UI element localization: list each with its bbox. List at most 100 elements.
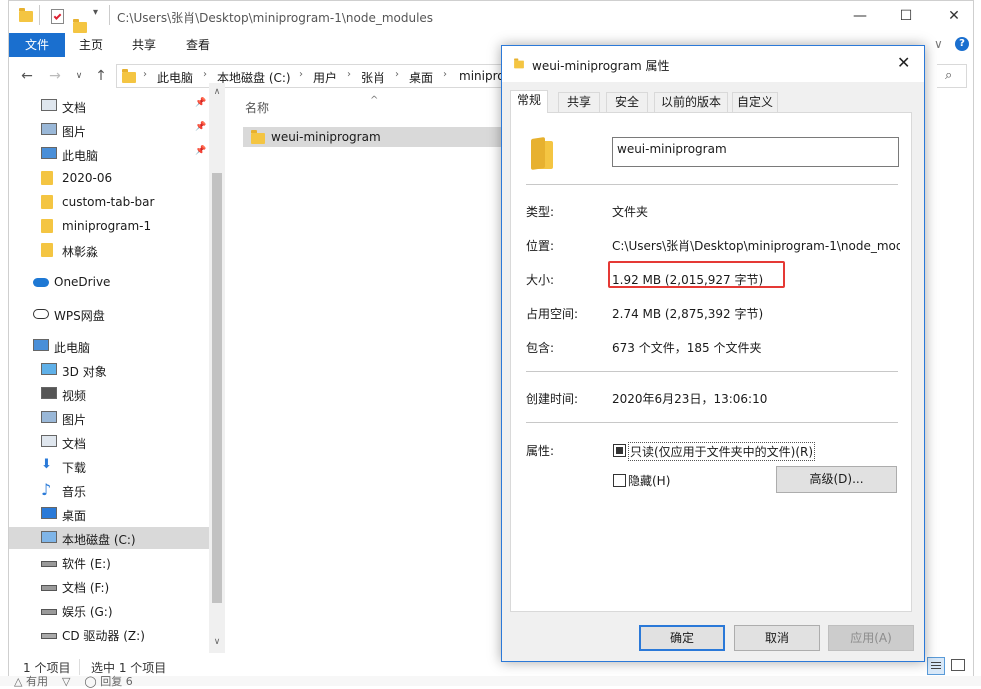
sidebar-item[interactable]: 文档 (F:) xyxy=(9,575,209,597)
help-icon[interactable]: ? xyxy=(955,37,969,51)
minimize-icon[interactable]: — xyxy=(849,5,871,27)
sidebar-item[interactable]: miniprogram-1 xyxy=(9,215,209,237)
sidebar-item[interactable]: CD 驱动器 (Z:) xyxy=(9,623,209,645)
forward-icon[interactable]: → xyxy=(47,67,63,85)
sidebar-item-label: 文档 xyxy=(62,437,87,451)
recent-dropdown-icon[interactable]: ∨ xyxy=(71,67,87,85)
sidebar-item[interactable]: 桌面 xyxy=(9,503,209,525)
scroll-down-icon[interactable]: ∨ xyxy=(209,637,225,647)
sidebar-item-label: miniprogram-1 xyxy=(62,219,152,233)
sidebar-item[interactable]: 视频 xyxy=(9,383,209,405)
breadcrumb-item[interactable]: 用户 xyxy=(313,69,337,86)
new-folder-icon[interactable] xyxy=(73,19,87,33)
music-icon: ♪ xyxy=(41,480,52,499)
customize-toolbar-icon[interactable]: ▾ xyxy=(93,7,98,18)
sidebar-item[interactable]: 此电脑 📌 xyxy=(9,143,209,165)
sidebar-item[interactable]: 文档 xyxy=(9,431,209,453)
sidebar-item[interactable]: custom-tab-bar xyxy=(9,191,209,213)
cd-drive-icon xyxy=(41,633,57,639)
sidebar-item-label: 图片 xyxy=(62,125,87,139)
readonly-checkbox[interactable] xyxy=(613,444,626,457)
close-icon[interactable]: ✕ xyxy=(943,5,965,27)
sidebar-item[interactable]: 文档 📌 xyxy=(9,95,209,117)
breadcrumb-item[interactable]: 此电脑 xyxy=(157,69,193,86)
hidden-label[interactable]: 隐藏(H) xyxy=(628,472,670,489)
column-header-name[interactable]: 名称 ^ xyxy=(245,95,378,116)
tab-file[interactable]: 文件 xyxy=(9,33,65,57)
tab-share[interactable]: 共享 xyxy=(119,33,169,57)
sidebar-item[interactable]: ♪ 音乐 xyxy=(9,479,209,501)
scrollbar-thumb[interactable] xyxy=(212,173,222,603)
breadcrumb-separator: › xyxy=(347,69,351,80)
apply-button[interactable]: 应用(A) xyxy=(828,625,914,651)
address-input[interactable]: › 此电脑 › 本地磁盘 (C:) › 用户 › 张肖 › 桌面 › minip… xyxy=(116,64,512,88)
tab-security[interactable]: 安全 xyxy=(606,92,648,112)
details-view-icon[interactable] xyxy=(927,657,945,675)
maximize-icon[interactable]: ☐ xyxy=(895,5,917,27)
tab-sharing[interactable]: 共享 xyxy=(558,92,600,112)
sidebar-item[interactable]: 图片 📌 xyxy=(9,119,209,141)
sidebar-item-label: 文档 xyxy=(62,101,87,115)
back-icon[interactable]: ← xyxy=(19,67,35,85)
sidebar-item[interactable]: WPS网盘 xyxy=(9,303,209,325)
hidden-checkbox[interactable] xyxy=(613,474,626,487)
advanced-button[interactable]: 高级(D)... xyxy=(776,466,897,493)
sidebar-item[interactable]: 2020-06 xyxy=(9,167,209,189)
folder-name-input[interactable]: weui-miniprogram xyxy=(612,137,899,167)
created-value: 2020年6月23日，13:06:10 xyxy=(612,392,768,406)
large-icons-view-icon[interactable] xyxy=(951,659,965,671)
sidebar-item[interactable]: 3D 对象 xyxy=(9,359,209,381)
sidebar-item[interactable]: 娱乐 (G:) xyxy=(9,599,209,621)
document-icon xyxy=(41,99,57,111)
properties-dialog: weui-miniprogram 属性 ✕ 常规 共享 安全 以前的版本 自定义… xyxy=(501,45,925,662)
tab-view[interactable]: 查看 xyxy=(173,33,223,57)
cancel-button[interactable]: 取消 xyxy=(734,625,820,651)
sidebar-item[interactable]: OneDrive xyxy=(9,271,209,293)
breadcrumb-item[interactable]: 本地磁盘 (C:) xyxy=(217,69,291,86)
sidebar-item[interactable]: 本地磁盘 (C:) xyxy=(9,527,209,549)
tab-previous-versions[interactable]: 以前的版本 xyxy=(654,92,728,112)
scroll-up-icon[interactable]: ∧ xyxy=(209,87,225,97)
drive-icon xyxy=(41,585,57,591)
sidebar-item[interactable]: 图片 xyxy=(9,407,209,429)
sidebar-item-label: 图片 xyxy=(62,413,87,427)
desktop-icon xyxy=(41,507,57,519)
search-input[interactable]: ⌕ xyxy=(937,64,967,88)
list-item[interactable]: weui-miniprogram xyxy=(243,127,505,147)
sidebar-item[interactable]: ⬇ 下载 xyxy=(9,455,209,477)
expand-ribbon-icon[interactable]: ∨ xyxy=(934,37,943,51)
folder-icon xyxy=(41,171,53,185)
tab-customize[interactable]: 自定义 xyxy=(732,92,778,112)
background-text: △ 有用 ▽ ◯ 回复 6 xyxy=(14,675,133,688)
dialog-title-bar: weui-miniprogram 属性 ✕ xyxy=(502,46,924,82)
sidebar-item[interactable]: 软件 (E:) xyxy=(9,551,209,573)
breadcrumb-separator: › xyxy=(143,69,147,80)
download-icon: ⬇ xyxy=(41,457,52,472)
navigation-scrollbar[interactable]: ∧ ∨ xyxy=(209,83,225,653)
drive-c-icon xyxy=(41,531,57,543)
file-name: weui-miniprogram xyxy=(271,130,381,144)
contains-value: 673 个文件，185 个文件夹 xyxy=(612,341,762,355)
sidebar-item-label: 视频 xyxy=(62,389,87,403)
document-icon xyxy=(41,435,57,447)
pictures-icon xyxy=(41,411,57,423)
close-icon[interactable]: ✕ xyxy=(897,53,910,72)
pictures-icon xyxy=(41,123,57,135)
breadcrumb-item[interactable]: 桌面 xyxy=(409,69,433,86)
up-icon[interactable]: ↑ xyxy=(93,67,109,85)
sidebar-item[interactable]: 此电脑 xyxy=(9,335,209,357)
readonly-label[interactable]: 只读(仅应用于文件夹中的文件)(R) xyxy=(628,442,816,461)
tab-general[interactable]: 常规 xyxy=(510,90,548,113)
pin-icon: 📌 xyxy=(195,98,207,108)
breadcrumb-separator: › xyxy=(299,69,303,80)
navigation-pane: 文档 📌 图片 📌 此电脑 📌 2020-06 custom-tab-bar miniprogr… xyxy=(9,93,223,653)
ok-button[interactable]: 确定 xyxy=(639,625,725,651)
tab-home[interactable]: 主页 xyxy=(67,33,115,57)
folder-icon xyxy=(41,195,53,209)
3d-objects-icon xyxy=(41,363,57,375)
divider xyxy=(109,5,110,25)
sidebar-item[interactable]: 林彰淼 xyxy=(9,239,209,261)
breadcrumb-item[interactable]: 张肖 xyxy=(361,69,385,86)
properties-icon[interactable] xyxy=(51,9,64,24)
breadcrumb-separator: › xyxy=(395,69,399,80)
